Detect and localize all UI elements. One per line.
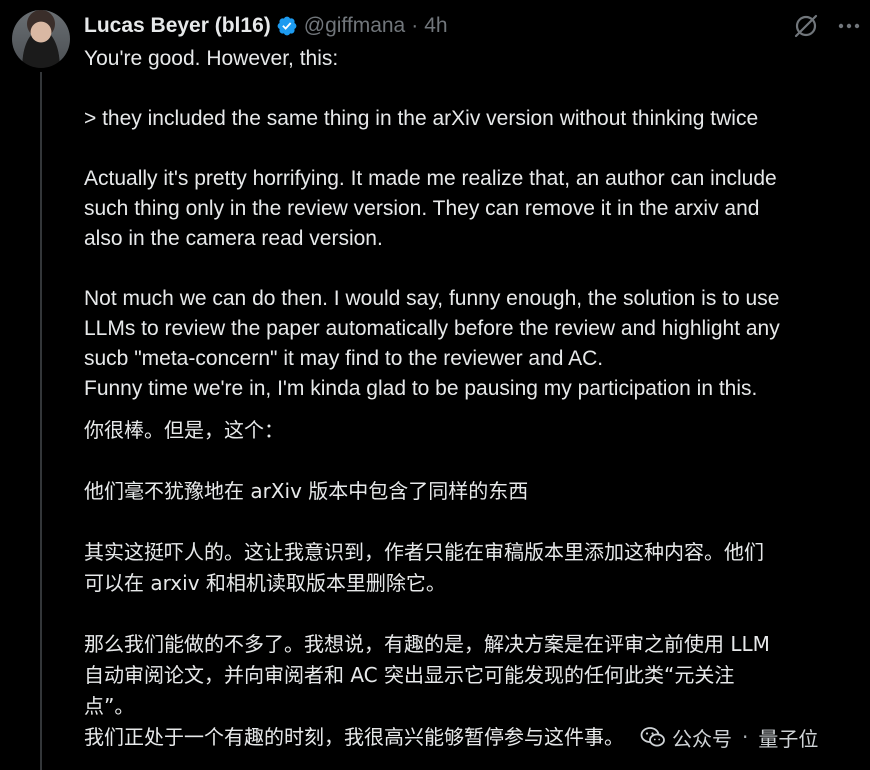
tweet-line: You're good. However, this:: [84, 47, 339, 70]
display-name[interactable]: Lucas Beyer (bl16): [84, 14, 271, 38]
tweet-text-english: You're good. However, this: > they inclu…: [84, 44, 864, 404]
tweet-header: Lucas Beyer (bl16) @giffmana · 4h: [84, 11, 448, 41]
tweet-translation-chinese: 你很棒。但是，这个： 他们毫不犹豫地在 arXiv 版本中包含了同样的东西 其实…: [84, 415, 864, 753]
verified-badge-icon: [277, 16, 297, 36]
user-handle[interactable]: @giffmana: [304, 14, 405, 38]
watermark: 公众号 · 量子位: [640, 722, 818, 752]
translation-line: 你很棒。但是，这个：: [84, 418, 284, 442]
watermark-account: 公众号: [672, 726, 732, 751]
avatar[interactable]: [12, 10, 70, 68]
tweet-line: also in the camera read version.: [84, 227, 383, 250]
translation-line: 他们毫不犹豫地在 arXiv 版本中包含了同样的东西: [84, 479, 529, 503]
tweet-line: Funny time we're in, I'm kinda glad to b…: [84, 377, 758, 400]
thread-line: [40, 72, 42, 770]
translation-line: 其实这挺吓人的。这让我意识到，作者只能在审稿版本里添加这种内容。他们: [84, 540, 764, 564]
wechat-icon: [640, 727, 665, 747]
watermark-name: 量子位: [758, 726, 819, 751]
tweet-quote-line: > they included the same thing in the ar…: [84, 107, 759, 130]
watermark-separator: ·: [742, 725, 749, 749]
timestamp[interactable]: 4h: [424, 14, 447, 38]
tweet-line: LLMs to review the paper automatically b…: [84, 317, 780, 340]
tweet-line: Actually it's pretty horrifying. It made…: [84, 167, 777, 190]
more-options-icon[interactable]: [836, 14, 862, 38]
meta-separator: ·: [411, 14, 419, 37]
tweet-line: such thing only in the review version. T…: [84, 197, 760, 220]
tweet-line: Not much we can do then. I would say, fu…: [84, 287, 780, 310]
translation-line: 可以在 arxiv 和相机读取版本里删除它。: [84, 571, 446, 595]
tweet[interactable]: Lucas Beyer (bl16) @giffmana · 4h You're…: [0, 0, 870, 770]
tweet-line: sucb "meta-concern" it may find to the r…: [84, 347, 604, 370]
translation-line: 那么我们能做的不多了。我想说，有趣的是，解决方案是在评审之前使用 LLM: [84, 632, 770, 656]
grok-icon[interactable]: [792, 12, 820, 40]
translation-line: 自动审阅论文，并向审阅者和 AC 突出显示它可能发现的任何此类“元关注: [84, 663, 735, 687]
translation-line: 点”。: [84, 694, 135, 718]
